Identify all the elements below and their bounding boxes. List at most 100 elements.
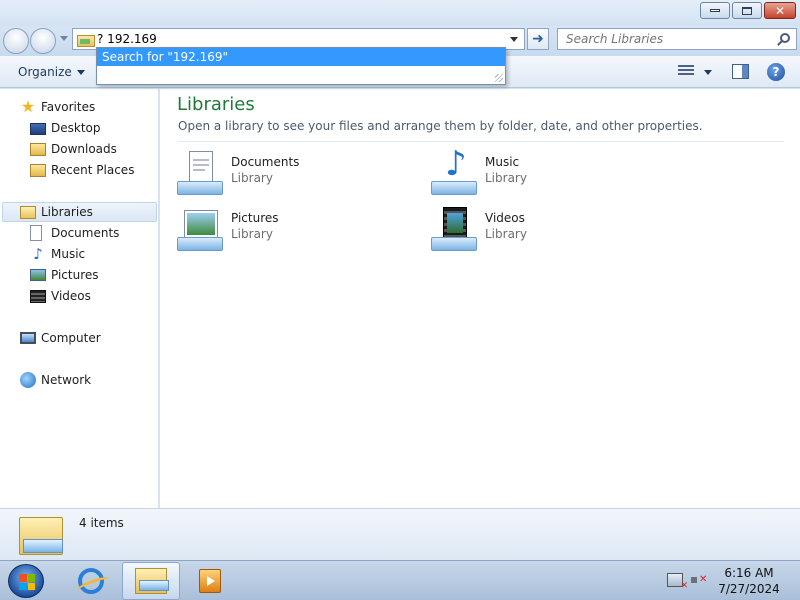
sidebar-item-pictures[interactable]: Pictures: [30, 265, 99, 285]
navigation-pane: ★ Favorites Desktop Downloads Recent Pla…: [0, 89, 159, 508]
windows-logo-icon: [19, 574, 35, 590]
search-input[interactable]: [566, 32, 766, 46]
title-bar: ✕: [0, 0, 800, 26]
computer-icon: [20, 332, 36, 344]
recent-pages-dropdown[interactable]: [60, 36, 68, 41]
library-name: Documents: [231, 155, 300, 169]
library-type: Library: [231, 171, 273, 185]
music-note-icon: ♪: [33, 245, 43, 263]
library-type: Library: [485, 171, 527, 185]
help-button[interactable]: ?: [767, 63, 785, 81]
divider: [178, 141, 784, 142]
restore-icon: [742, 6, 752, 15]
windows-explorer-icon: [135, 568, 169, 594]
library-type: Library: [485, 227, 527, 241]
volume-muted-icon[interactable]: [691, 573, 707, 587]
library-item-documents[interactable]: Documents Library: [177, 149, 417, 199]
library-name: Music: [485, 155, 520, 169]
back-button[interactable]: [3, 28, 29, 54]
address-dropdown-icon[interactable]: [510, 36, 518, 42]
organize-label: Organize: [18, 65, 72, 79]
sidebar-item-libraries[interactable]: Libraries: [2, 202, 157, 222]
sidebar-item-network[interactable]: Network: [20, 370, 91, 390]
close-button[interactable]: ✕: [764, 2, 796, 19]
search-icon[interactable]: [780, 33, 790, 43]
system-clock[interactable]: 6:16 AM 7/27/2024: [718, 565, 780, 597]
chevron-down-icon: [76, 70, 85, 75]
arrow-right-icon: ➜: [532, 31, 544, 47]
sidebar-item-downloads[interactable]: Downloads: [30, 139, 117, 159]
item-count: 4 items: [79, 516, 124, 530]
music-library-icon: ♪: [431, 147, 477, 195]
organize-button[interactable]: Organize: [18, 65, 85, 79]
film-strip-icon: [30, 289, 46, 303]
taskbar: 6:16 AM 7/27/2024: [0, 560, 800, 600]
sidebar-item-computer[interactable]: Computer: [20, 328, 101, 348]
recent-places-icon: [30, 163, 46, 177]
sidebar-item-label: Music: [51, 247, 86, 261]
help-icon: ?: [772, 65, 780, 79]
media-player-icon: [199, 569, 221, 593]
library-item-videos[interactable]: Videos Library: [431, 205, 671, 255]
document-icon: [30, 225, 42, 241]
videos-library-icon: [431, 207, 477, 251]
library-name: Pictures: [231, 211, 279, 225]
sidebar-item-recent-places[interactable]: Recent Places: [30, 160, 134, 180]
taskbar-internet-explorer[interactable]: [62, 562, 120, 600]
sidebar-item-favorites[interactable]: ★ Favorites: [20, 97, 95, 117]
libraries-icon: [77, 33, 95, 47]
library-item-pictures[interactable]: Pictures Library: [177, 205, 417, 255]
sidebar-item-label: Desktop: [51, 121, 101, 135]
sidebar-item-label: Computer: [41, 331, 101, 345]
libraries-folder-icon: [19, 513, 63, 555]
resize-grip-icon[interactable]: [495, 74, 503, 82]
sidebar-item-label: Pictures: [51, 268, 99, 282]
details-pane: 4 items: [0, 508, 800, 560]
library-type: Library: [231, 227, 273, 241]
libraries-view: Libraries Open a library to see your fil…: [160, 89, 800, 508]
forward-button[interactable]: [30, 28, 56, 54]
library-item-music[interactable]: ♪ Music Library: [431, 147, 671, 199]
search-box[interactable]: [557, 28, 797, 50]
sidebar-item-label: Recent Places: [51, 163, 135, 177]
pictures-icon: [30, 269, 46, 281]
documents-library-icon: [177, 151, 223, 195]
sidebar-item-documents[interactable]: Documents: [30, 223, 119, 243]
network-disconnected-icon[interactable]: [667, 573, 688, 591]
downloads-folder-icon: [30, 142, 46, 156]
maximize-button[interactable]: [732, 2, 762, 19]
library-name: Videos: [485, 211, 525, 225]
window-controls: ✕: [700, 2, 796, 19]
taskbar-media-player[interactable]: [181, 562, 239, 600]
sidebar-item-label: Favorites: [41, 100, 96, 114]
page-subtitle: Open a library to see your files and arr…: [178, 119, 703, 133]
sidebar-item-label: Network: [41, 373, 92, 387]
clock-time: 6:16 AM: [724, 566, 774, 580]
clock-date: 7/27/2024: [718, 582, 780, 596]
start-button[interactable]: [8, 564, 44, 598]
desktop-icon: [30, 123, 46, 135]
minimize-icon: [710, 9, 720, 12]
address-suggestions: Search for "192.169": [96, 47, 506, 85]
address-input[interactable]: ? 192.169: [97, 32, 510, 46]
minimize-button[interactable]: [700, 2, 730, 19]
internet-explorer-icon: [78, 568, 104, 594]
star-icon: ★: [20, 97, 36, 116]
preview-pane-icon[interactable]: [732, 64, 749, 79]
sidebar-item-label: Downloads: [51, 142, 117, 156]
sidebar-item-desktop[interactable]: Desktop: [30, 118, 101, 138]
sidebar-item-videos[interactable]: Videos: [30, 286, 91, 306]
libraries-icon: [20, 205, 36, 219]
sidebar-item-music[interactable]: ♪ Music: [30, 244, 85, 264]
sidebar-item-label: Libraries: [41, 205, 93, 219]
go-button[interactable]: ➜: [527, 28, 549, 50]
close-icon: ✕: [774, 3, 786, 18]
view-options-dropdown[interactable]: [704, 70, 712, 75]
change-view-icon[interactable]: [678, 65, 694, 79]
sidebar-item-label: Documents: [51, 226, 120, 240]
sidebar-item-label: Videos: [51, 289, 91, 303]
taskbar-windows-explorer[interactable]: [122, 562, 180, 600]
network-icon: [20, 372, 36, 388]
page-title: Libraries: [177, 94, 255, 115]
suggestion-search-item[interactable]: Search for "192.169": [97, 48, 505, 66]
